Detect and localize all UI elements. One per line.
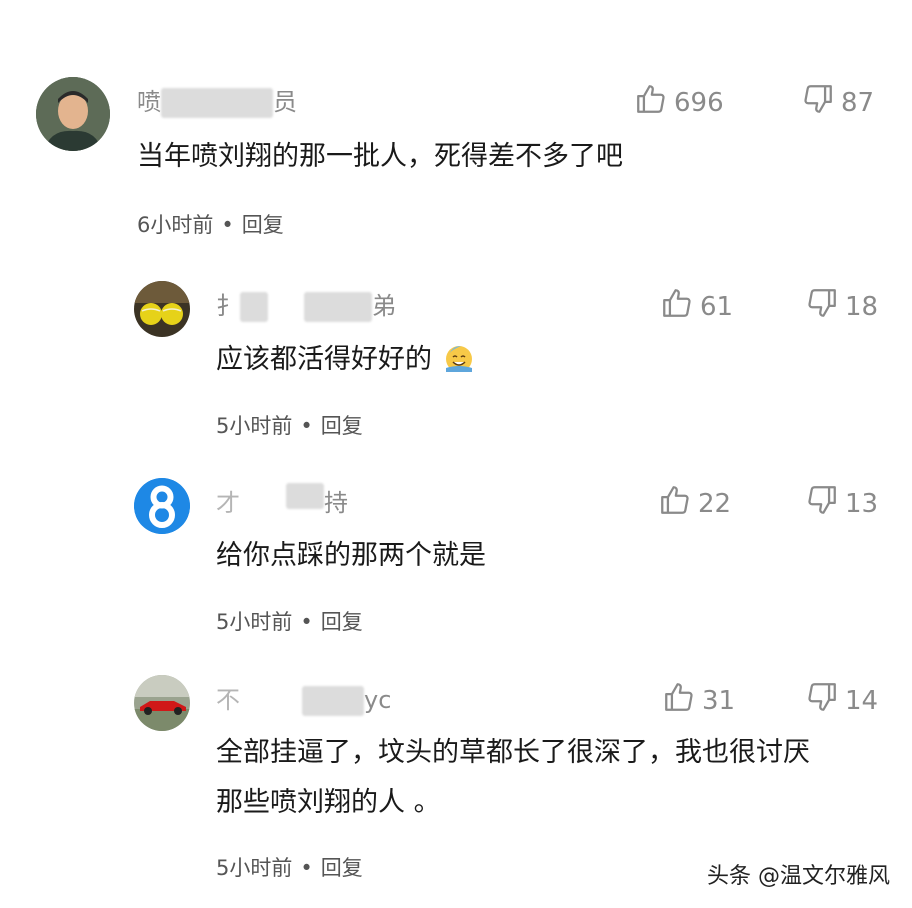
username-start: 不 <box>216 686 240 714</box>
username-end: 弟 <box>372 292 396 320</box>
comment-text-wrap: 应该都活得好好的 <box>216 337 475 389</box>
username-redaction <box>240 292 268 322</box>
comment-meta: 5小时前 • 回复 <box>216 852 363 882</box>
username[interactable]: 不 yc <box>216 680 391 716</box>
like-count: 31 <box>702 685 736 716</box>
dislike-count: 18 <box>845 291 879 322</box>
separator: • <box>300 856 313 880</box>
avatar[interactable] <box>134 675 190 731</box>
username-redaction <box>302 686 364 716</box>
username-end: 员 <box>273 88 297 116</box>
avatar[interactable] <box>134 478 190 534</box>
username[interactable]: 扌弟 <box>216 286 396 322</box>
thumbs-up-icon <box>634 82 668 123</box>
username-start: 扌 <box>216 292 240 320</box>
thumbs-down-icon <box>801 82 835 123</box>
like-button[interactable]: 22 <box>658 483 731 524</box>
comment-text-line-2: 那些喷刘翔的人 。 <box>216 787 441 818</box>
dislike-count: 14 <box>845 685 879 716</box>
username-redaction <box>304 292 372 322</box>
avatar[interactable] <box>134 281 190 337</box>
thumbs-up-icon <box>662 680 696 721</box>
sweat-smile-emoji-icon <box>443 342 475 389</box>
comment-meta: 5小时前 • 回复 <box>216 606 363 636</box>
thumbs-up-icon <box>660 286 694 327</box>
username-start: 才 <box>216 489 240 517</box>
comment-text: 当年喷刘翔的那一批人，死得差不多了吧 <box>137 141 623 172</box>
timestamp: 6小时前 <box>137 213 214 237</box>
dislike-button[interactable]: 87 <box>801 82 874 123</box>
username[interactable]: 喷员 <box>137 82 297 118</box>
username[interactable]: 才持 <box>216 483 348 518</box>
username-end: yc <box>364 686 392 714</box>
dislike-count: 87 <box>841 87 875 118</box>
dislike-button[interactable]: 13 <box>805 483 878 524</box>
username-start: 喷 <box>137 88 161 116</box>
reply-button[interactable]: 回复 <box>242 213 284 237</box>
reply-button[interactable]: 回复 <box>321 414 363 438</box>
timestamp: 5小时前 <box>216 414 293 438</box>
like-button[interactable]: 696 <box>634 82 724 123</box>
watermark: 头条 @温文尔雅风 <box>707 864 890 889</box>
avatar[interactable] <box>36 77 110 151</box>
username-redaction <box>286 483 324 509</box>
username-end: 持 <box>324 489 348 517</box>
thumbs-down-icon <box>805 483 839 524</box>
thumbs-down-icon <box>805 286 839 327</box>
like-count: 696 <box>674 87 724 118</box>
dislike-count: 13 <box>845 488 879 519</box>
timestamp: 5小时前 <box>216 856 293 880</box>
thumbs-up-icon <box>658 483 692 524</box>
username-redaction <box>161 88 273 118</box>
dislike-button[interactable]: 14 <box>805 680 878 721</box>
like-count: 61 <box>700 291 734 322</box>
reply-button[interactable]: 回复 <box>321 610 363 634</box>
comment-meta: 6小时前 • 回复 <box>137 209 284 239</box>
like-button[interactable]: 31 <box>662 680 735 721</box>
separator: • <box>300 414 313 438</box>
like-button[interactable]: 61 <box>660 286 733 327</box>
comment-text: 给你点踩的那两个就是 <box>216 540 486 571</box>
thumbs-down-icon <box>805 680 839 721</box>
comment-meta: 5小时前 • 回复 <box>216 410 363 440</box>
like-count: 22 <box>698 488 732 519</box>
separator: • <box>221 213 234 237</box>
separator: • <box>300 610 313 634</box>
reply-button[interactable]: 回复 <box>321 856 363 880</box>
comment-text-line-1: 全部挂逼了，坟头的草都长了很深了，我也很讨厌 <box>216 737 810 768</box>
comment-text: 应该都活得好好的 <box>216 344 432 375</box>
dislike-button[interactable]: 18 <box>805 286 878 327</box>
timestamp: 5小时前 <box>216 610 293 634</box>
